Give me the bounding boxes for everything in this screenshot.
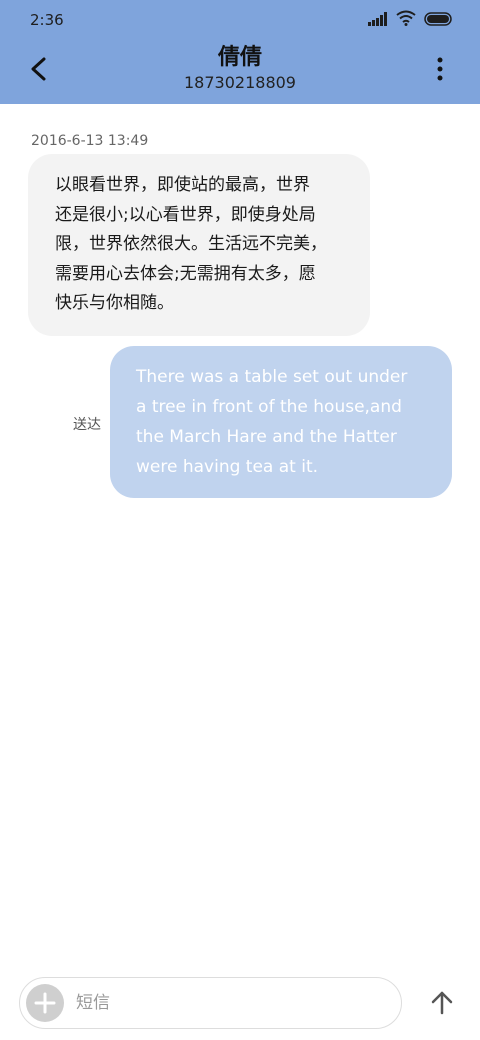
compose-bar: [19, 977, 402, 1029]
add-attachment-button[interactable]: [26, 984, 64, 1022]
back-button[interactable]: [22, 52, 58, 88]
battery-icon: [424, 11, 454, 30]
contact-title: 倩倩 18730218809: [100, 44, 380, 93]
more-vertical-icon: [437, 57, 443, 81]
chevron-left-icon: [31, 57, 46, 81]
contact-name: 倩倩: [217, 45, 262, 70]
more-options-button[interactable]: [422, 52, 458, 88]
app-header: 2:36 倩倩 18730218809: [0, 0, 480, 104]
message-input[interactable]: [76, 990, 376, 1016]
incoming-message-bubble[interactable]: 以眼看世界，即使站的最高，世界 还是很小;以心看世界，即使身处局 限，世界依然很…: [28, 154, 370, 336]
signal-icon: [368, 11, 388, 30]
status-icons: [360, 10, 454, 30]
wifi-icon: [396, 10, 416, 30]
delivery-status: 送达: [73, 417, 101, 433]
plus-icon: [34, 992, 56, 1014]
send-button[interactable]: [424, 985, 460, 1021]
incoming-message-text: 以眼看世界，即使站的最高，世界 还是很小;以心看世界，即使身处局 限，世界依然很…: [55, 175, 327, 313]
status-time: 2:36: [30, 11, 64, 29]
outgoing-message-text: There was a table set out under a tree i…: [136, 367, 408, 477]
arrow-up-icon: [431, 991, 453, 1015]
outgoing-message-bubble[interactable]: There was a table set out under a tree i…: [110, 346, 452, 498]
contact-number: 18730218809: [184, 73, 296, 92]
status-bar: 2:36: [0, 0, 480, 40]
message-timestamp: 2016-6-13 13:49: [31, 133, 149, 149]
